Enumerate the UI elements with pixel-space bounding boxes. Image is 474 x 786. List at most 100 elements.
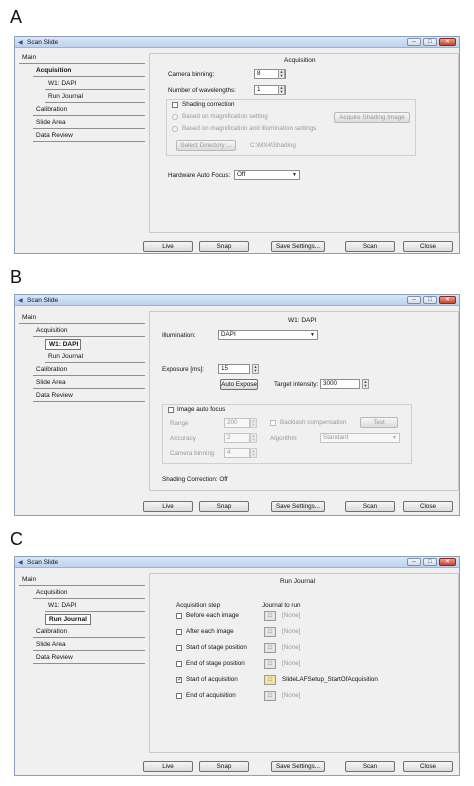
illumination-select[interactable]: DAPI ▼	[218, 330, 318, 340]
close-button[interactable]: Close	[403, 501, 453, 512]
scan-slide-window-c: ◀ Scan Slide ‒ □ ✕ Main Acquisition W1: …	[14, 556, 460, 776]
maximize-button[interactable]: □	[423, 558, 437, 566]
nav-item-main[interactable]: Main	[19, 313, 145, 324]
live-button[interactable]: Live	[143, 761, 193, 772]
chevron-down-icon: ▼	[310, 332, 315, 338]
close-button[interactable]: Close	[403, 761, 453, 772]
save-settings-button[interactable]: Save Settings...	[271, 761, 325, 772]
folder-icon[interactable]: □	[264, 643, 276, 653]
image-autofocus-checkbox[interactable]	[168, 407, 174, 413]
nav-item-run-journal[interactable]: Run Journal	[45, 614, 91, 625]
save-settings-button[interactable]: Save Settings...	[271, 501, 325, 512]
autofocus-select[interactable]: Off ▼	[234, 170, 300, 180]
journal-step-checkbox[interactable]	[176, 645, 182, 651]
page-title: W1: DAPI	[288, 317, 317, 324]
folder-icon[interactable]: □	[264, 675, 276, 685]
journal-step-checkbox[interactable]	[176, 613, 182, 619]
live-button[interactable]: Live	[143, 241, 193, 252]
wavelengths-spinner[interactable]: ▲ ▼	[278, 85, 285, 95]
exposure-label: Exposure [ms]:	[162, 366, 204, 373]
radio-mag-illumination[interactable]	[172, 126, 178, 132]
wavelengths-label: Number of wavelengths:	[168, 87, 236, 94]
nav-item-acquisition[interactable]: Acquisition	[33, 588, 145, 599]
radio-magnification[interactable]	[172, 114, 178, 120]
select-directory-button[interactable]: Select Directory ...	[176, 140, 236, 151]
folder-icon[interactable]: □	[264, 627, 276, 637]
journal-step-checkbox[interactable]	[176, 629, 182, 635]
nav-item-slide-area[interactable]: Slide Area	[33, 378, 145, 389]
scan-slide-window-b: ◀ Scan Slide ‒ □ ✕ Main Acquisition W1: …	[14, 294, 460, 516]
af-camera-binning-input[interactable]: 4	[224, 448, 250, 458]
algorithm-label: Algorithm	[270, 435, 297, 442]
snap-button[interactable]: Snap	[199, 501, 249, 512]
nav-item-acquisition[interactable]: Acquisition	[33, 66, 145, 77]
acquire-shading-button[interactable]: Acquire Shading Image	[334, 112, 410, 123]
accuracy-input[interactable]: 2	[224, 433, 250, 443]
target-intensity-spinner[interactable]: ▲ ▼	[362, 379, 369, 389]
algorithm-select[interactable]: Standard ▼	[320, 433, 400, 443]
snap-button[interactable]: Snap	[199, 241, 249, 252]
journal-step-checkbox[interactable]: ✓	[176, 677, 182, 683]
exposure-input[interactable]: 15	[218, 364, 250, 374]
nav-item-data-review[interactable]: Data Review	[33, 391, 145, 402]
close-window-button[interactable]: ✕	[439, 558, 456, 566]
app-icon: ◀	[18, 40, 23, 46]
folder-icon[interactable]: □	[264, 611, 276, 621]
nav-item-data-review[interactable]: Data Review	[33, 131, 145, 142]
journal-step-label: Start of stage position	[186, 644, 247, 651]
close-window-button[interactable]: ✕	[439, 38, 456, 46]
camera-binning-label: Camera binning:	[168, 71, 215, 78]
acquisition-panel: Acquisition Camera binning: 8 ▲ ▼ Number …	[149, 53, 459, 233]
minimize-button[interactable]: ‒	[407, 558, 421, 566]
minimize-button[interactable]: ‒	[407, 38, 421, 46]
range-label: Range	[170, 420, 189, 427]
window-title: Scan Slide	[27, 39, 59, 46]
exposure-spinner[interactable]: ▲ ▼	[252, 364, 259, 374]
af-camera-binning-spinner[interactable]: ▲ ▼	[250, 448, 257, 458]
test-button[interactable]: Test	[360, 417, 398, 428]
backlash-checkbox[interactable]	[270, 420, 276, 426]
nav-item-slide-area[interactable]: Slide Area	[33, 640, 145, 651]
scan-button[interactable]: Scan	[345, 761, 395, 772]
close-button[interactable]: Close	[403, 241, 453, 252]
auto-expose-button[interactable]: Auto Expose	[220, 379, 258, 390]
accuracy-spinner[interactable]: ▲ ▼	[250, 433, 257, 443]
nav-item-calibration[interactable]: Calibration	[33, 627, 145, 638]
folder-icon[interactable]: □	[264, 691, 276, 701]
journal-name: [None]	[282, 644, 301, 651]
nav-item-main[interactable]: Main	[19, 53, 145, 64]
run-journal-panel: Run Journal Acquisition step Journal to …	[149, 573, 459, 753]
journal-step-label: After each image	[186, 628, 234, 635]
shading-correction-checkbox[interactable]	[172, 102, 178, 108]
camera-binning-spinner[interactable]: ▲ ▼	[278, 69, 285, 79]
folder-icon[interactable]: □	[264, 659, 276, 669]
target-intensity-input[interactable]: 3000	[320, 379, 360, 389]
nav-item-main[interactable]: Main	[19, 575, 145, 586]
nav-item-run-journal[interactable]: Run Journal	[45, 352, 145, 363]
journal-step-checkbox[interactable]	[176, 693, 182, 699]
close-window-button[interactable]: ✕	[439, 296, 456, 304]
journal-step-label: End of acquisition	[186, 692, 236, 699]
range-input[interactable]: 200	[224, 418, 250, 428]
journal-step-checkbox[interactable]	[176, 661, 182, 667]
nav-item-calibration[interactable]: Calibration	[33, 365, 145, 376]
nav-item-data-review[interactable]: Data Review	[33, 653, 145, 664]
save-settings-button[interactable]: Save Settings...	[271, 241, 325, 252]
snap-button[interactable]: Snap	[199, 761, 249, 772]
minimize-button[interactable]: ‒	[407, 296, 421, 304]
radio-magnification-label: Based on magnification setting	[182, 113, 268, 120]
nav-item-run-journal[interactable]: Run Journal	[45, 92, 145, 103]
live-button[interactable]: Live	[143, 501, 193, 512]
scan-button[interactable]: Scan	[345, 501, 395, 512]
maximize-button[interactable]: □	[423, 296, 437, 304]
chevron-down-icon: ▼	[292, 172, 297, 178]
maximize-button[interactable]: □	[423, 38, 437, 46]
range-spinner[interactable]: ▲ ▼	[250, 418, 257, 428]
scan-button[interactable]: Scan	[345, 241, 395, 252]
nav-item-slide-area[interactable]: Slide Area	[33, 118, 145, 129]
nav-item-w1-dapi[interactable]: W1: DAPI	[45, 79, 145, 90]
nav-item-w1-dapi[interactable]: W1: DAPI	[45, 601, 145, 612]
nav-item-calibration[interactable]: Calibration	[33, 105, 145, 116]
nav-item-w1-dapi[interactable]: W1: DAPI	[45, 339, 81, 350]
nav-item-acquisition[interactable]: Acquisition	[33, 326, 145, 337]
